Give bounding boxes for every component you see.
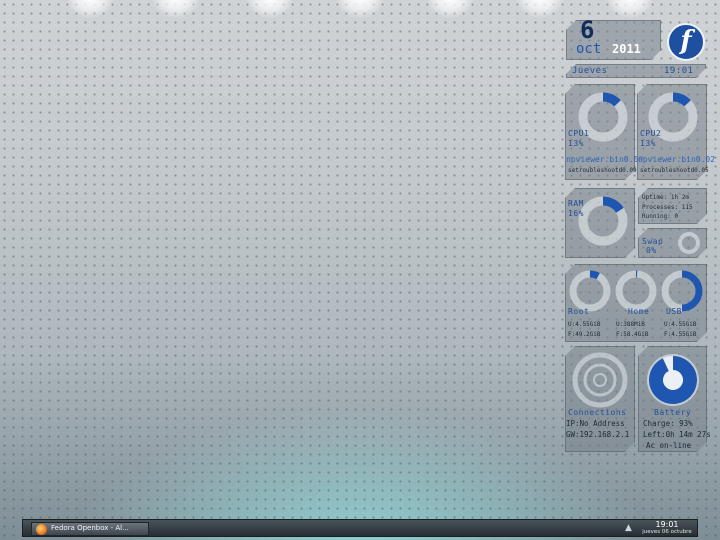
swap-gauge <box>678 232 700 254</box>
cpu2-top-process: npviewer.bin0.02 <box>638 155 716 164</box>
cpu1-label: CPU1 <box>568 129 590 138</box>
taskbar: Fedora Openbox - Al... ▲ 19:01 jueves 06… <box>22 519 698 537</box>
usb-disk-label: USB <box>666 307 682 316</box>
root-disk-label: Root <box>568 307 590 316</box>
fedora-logo-icon: f <box>667 23 705 61</box>
taskbar-clock-time[interactable]: 19:01 <box>645 520 689 529</box>
battery-label: Battery <box>654 408 692 417</box>
battery-gauge <box>647 354 699 406</box>
spotlight <box>426 0 474 18</box>
cpu1-gauge-fill <box>602 92 621 107</box>
battery-ac-status-text: Ac on-line <box>646 441 692 450</box>
taskbar-window-label: Fedora Openbox - Al... <box>51 524 129 532</box>
usb-disk-free: F:4.55GiB <box>664 331 697 338</box>
cpu2-gauge-fill <box>672 92 691 107</box>
home-disk-used: U:388MiB <box>616 321 645 328</box>
battery-charge-text: Charge: 93% <box>643 419 693 428</box>
date-month: oct <box>576 41 602 57</box>
cpu1-top-process: npviewer.bin0.00 <box>566 155 644 164</box>
root-disk-gauge-fill <box>589 270 600 280</box>
home-disk-free: F:58.4GiB <box>616 331 649 338</box>
root-disk-free: F:49.2GiB <box>568 331 601 338</box>
spotlight <box>516 0 564 18</box>
spotlight <box>336 0 384 18</box>
running-text: Running: 0 <box>642 213 679 220</box>
spotlight <box>606 0 654 18</box>
root-disk-used: U:4.55GiB <box>568 321 601 328</box>
cpu1-second-process: setroubleshootd0.09 <box>568 167 637 174</box>
ram-gauge <box>578 196 628 246</box>
weekday-label: Jueves <box>572 66 608 76</box>
gateway-text: GW:192.168.2.1 <box>566 430 630 439</box>
spotlight <box>66 0 114 18</box>
swap-label: Swap <box>642 237 664 246</box>
ram-gauge-fill <box>602 196 624 213</box>
spotlight <box>246 0 294 18</box>
usb-disk-gauge-fill <box>681 270 703 312</box>
cpu1-percent: 13% <box>568 139 584 148</box>
home-disk-label: Home <box>628 307 650 316</box>
processes-text: Processes: 115 <box>642 204 693 211</box>
date-year: 2011 <box>612 42 641 56</box>
battery-time-left-text: Left:0h 14m 27s <box>643 430 711 439</box>
ram-percent: 16% <box>568 209 584 218</box>
taskbar-window-button[interactable]: Fedora Openbox - Al... <box>31 522 149 536</box>
uptime-text: Uptime: 1h 2m <box>642 194 689 201</box>
ram-label: RAM <box>568 199 584 208</box>
cpu2-percent: 13% <box>640 139 656 148</box>
taskbar-clock-date[interactable]: jueves 06 octubre <box>637 529 697 535</box>
network-tray-icon[interactable]: ▲ <box>625 523 637 534</box>
cpu2-second-process: setroubleshootd0.05 <box>640 167 709 174</box>
connections-rings-icon <box>572 352 628 408</box>
firefox-icon <box>36 524 47 535</box>
date-day: 6 <box>580 16 595 44</box>
swap-percent: 0% <box>646 246 657 255</box>
connections-label: Connections <box>568 408 627 417</box>
cpu2-label: CPU2 <box>640 129 662 138</box>
usb-disk-used: U:4.55GiB <box>664 321 697 328</box>
ip-address-text: IP:No Address <box>566 419 625 428</box>
spotlight <box>152 0 200 18</box>
time-label: 19:01 <box>664 66 694 76</box>
